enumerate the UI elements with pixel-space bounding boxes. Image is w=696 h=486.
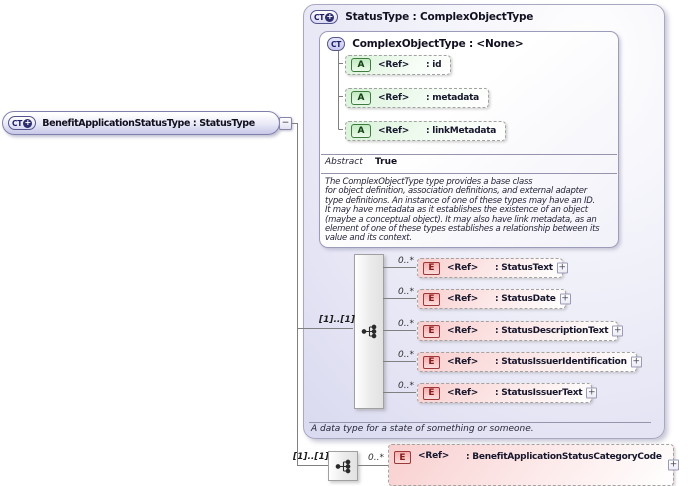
occurs-label: 0..* xyxy=(398,350,414,360)
plus-glyph: + xyxy=(326,12,333,21)
element-ref: <Ref> xyxy=(447,388,479,398)
element-node-statusissueridentification[interactable]: E <Ref> : StatusIssuerIdentification + xyxy=(417,352,642,372)
complexobjecttype-header[interactable]: CT ComplexObjectType : <None> xyxy=(327,37,524,51)
attribute-node-id[interactable]: A <Ref> : id xyxy=(345,55,452,75)
occurs-label: 0..* xyxy=(398,319,414,329)
element-ref: <Ref> xyxy=(447,263,479,273)
expand-handle[interactable]: + xyxy=(556,262,568,274)
element-name: : StatusText xyxy=(495,263,553,273)
type-annotation: A data type for a state of something or … xyxy=(311,424,534,434)
facet-divider xyxy=(321,154,617,155)
extension-sequence-cardinality: [1]..[1] xyxy=(293,452,329,462)
attribute-name: : id xyxy=(426,60,442,70)
occurs-label: 0..* xyxy=(398,256,414,266)
element-icon: E xyxy=(423,386,440,400)
description-divider xyxy=(321,173,617,174)
attribute-ref: <Ref> xyxy=(378,126,410,136)
abstract-facet: Abstract True xyxy=(325,157,397,167)
root-type-label: BenefitApplicationStatusType : StatusTyp… xyxy=(42,117,255,129)
attribute-icon: A xyxy=(351,58,371,72)
attribute-icon: A xyxy=(351,124,371,138)
occurs-label: 0..* xyxy=(398,381,414,391)
element-ref: <Ref> xyxy=(447,294,479,304)
element-icon: E xyxy=(423,355,440,369)
statustype-title: StatusType : ComplexObjectType xyxy=(345,11,534,23)
derived-plus-icon: + xyxy=(23,118,33,128)
attribute-ref: <Ref> xyxy=(378,60,410,70)
attribute-node-metadata[interactable]: A <Ref> : metadata xyxy=(345,88,489,108)
facet-value: True xyxy=(375,157,398,167)
occurs-label: 0..* xyxy=(398,287,414,297)
extension-sequence-node[interactable] xyxy=(328,451,358,481)
element-node-statusdate[interactable]: E <Ref> : StatusDate + xyxy=(417,289,571,309)
element-name: : StatusIssuerIdentification xyxy=(495,357,627,367)
xsd-diagram: CT + BenefitApplicationStatusType : Stat… xyxy=(0,0,696,486)
derived-plus-icon: + xyxy=(325,12,335,22)
element-node-statusissuertext[interactable]: E <Ref> : StatusIssuerText + xyxy=(417,383,598,403)
sequence-cardinality: [1]..[1] xyxy=(319,315,355,325)
collapse-handle[interactable]: − xyxy=(279,117,292,130)
sequence-icon xyxy=(361,324,376,339)
type-description: The ComplexObjectType type provides a ba… xyxy=(325,177,600,244)
expand-handle[interactable]: + xyxy=(559,293,571,305)
element-name: : StatusIssuerText xyxy=(495,388,583,398)
element-node-benefitapplicationstatuscategorycode[interactable]: E <Ref> : BenefitApplicationStatusCatego… xyxy=(388,444,679,486)
attribute-icon: A xyxy=(351,91,371,105)
element-name: : BenefitApplicationStatusCategoryCode xyxy=(466,452,662,462)
element-icon: E xyxy=(394,451,411,464)
complex-type-icon: CT + xyxy=(310,10,339,24)
sequence-node[interactable] xyxy=(354,254,384,409)
attribute-node-linkmetadata[interactable]: A <Ref> : linkMetadata xyxy=(345,121,507,141)
expand-handle[interactable]: + xyxy=(630,356,642,368)
element-name: : StatusDescriptionText xyxy=(495,326,609,336)
element-icon: E xyxy=(423,261,440,275)
element-ref: <Ref> xyxy=(447,357,479,367)
element-node-statustext[interactable]: E <Ref> : StatusText + xyxy=(417,258,568,278)
attribute-ref: <Ref> xyxy=(378,93,410,103)
expand-handle[interactable]: + xyxy=(612,325,624,337)
element-ref: <Ref> xyxy=(447,326,479,336)
plus-glyph: + xyxy=(24,118,31,127)
annotation-divider xyxy=(309,422,651,423)
attribute-name: : linkMetadata xyxy=(426,126,497,136)
element-icon: E xyxy=(423,324,440,338)
root-type-node[interactable]: CT + BenefitApplicationStatusType : Stat… xyxy=(2,111,280,135)
ct-glyph: CT xyxy=(12,118,23,128)
statustype-header[interactable]: CT + StatusType : ComplexObjectType xyxy=(310,10,533,24)
occurs-label: 0..* xyxy=(368,453,384,463)
element-name: : StatusDate xyxy=(495,294,556,304)
element-ref: <Ref> xyxy=(418,451,450,461)
complex-type-icon: CT + xyxy=(8,116,37,130)
facet-label: Abstract xyxy=(325,157,363,167)
expand-handle[interactable]: + xyxy=(586,387,598,399)
attribute-name: : metadata xyxy=(426,93,479,103)
element-node-statusdescriptiontext[interactable]: E <Ref> : StatusDescriptionText + xyxy=(417,321,624,341)
complexobjecttype-box: CT ComplexObjectType : <None> A <Ref> : … xyxy=(319,31,619,248)
complexobjecttype-title: ComplexObjectType : <None> xyxy=(352,38,524,50)
sequence-icon xyxy=(335,459,350,473)
ct-glyph: CT xyxy=(331,39,342,49)
expand-handle[interactable]: + xyxy=(668,459,679,471)
complex-type-icon: CT xyxy=(327,37,346,51)
statustype-box: CT + StatusType : ComplexObjectType CT C… xyxy=(303,4,665,439)
ct-glyph: CT xyxy=(314,12,325,22)
element-icon: E xyxy=(423,292,440,306)
